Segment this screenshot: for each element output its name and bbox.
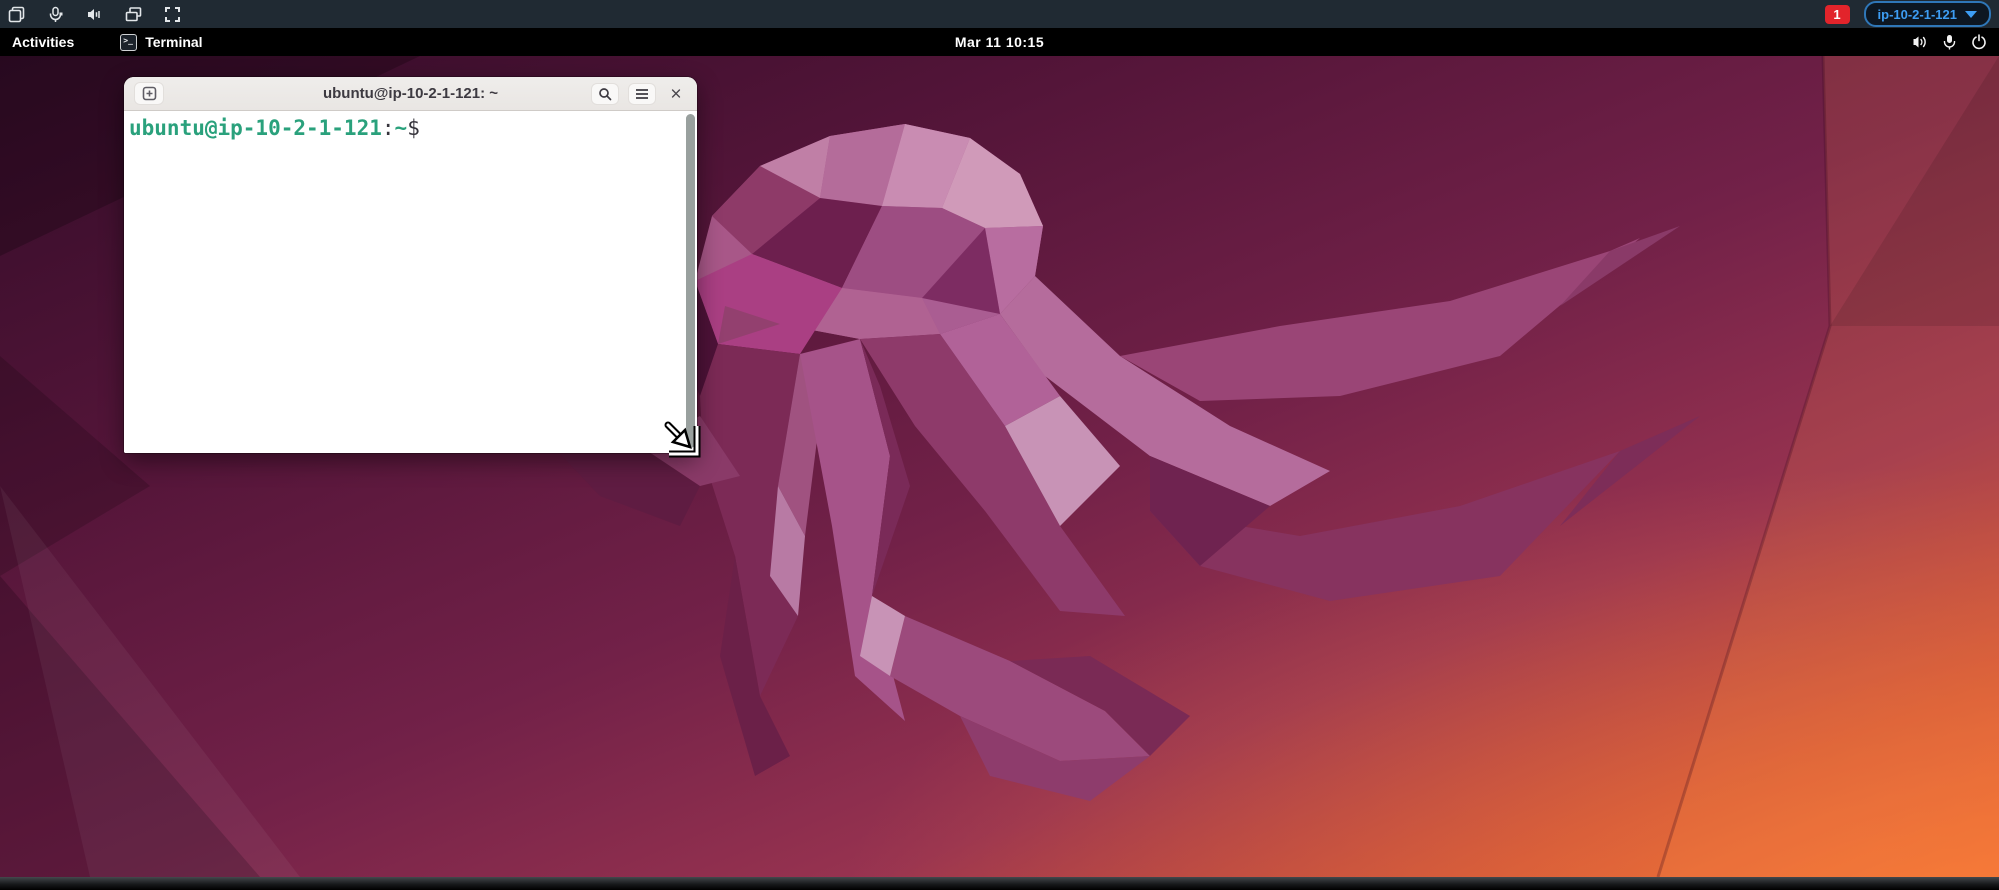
menu-button[interactable] bbox=[628, 82, 656, 105]
vnc-toolbar: 1 ip-10-2-1-121 bbox=[0, 0, 1999, 28]
notification-badge[interactable]: 1 bbox=[1824, 4, 1850, 24]
speaker-icon[interactable] bbox=[86, 6, 103, 23]
search-button[interactable] bbox=[591, 82, 619, 105]
vnc-toolbar-icons bbox=[8, 6, 181, 23]
vnc-toolbar-right: 1 ip-10-2-1-121 bbox=[1824, 1, 1991, 27]
prompt-symbol: $ bbox=[407, 116, 420, 140]
desktop-screen: 1 ip-10-2-1-121 Activities >_ Terminal M… bbox=[0, 0, 1999, 890]
microphone-icon[interactable] bbox=[47, 6, 64, 23]
resize-cursor bbox=[661, 418, 705, 460]
gnome-top-bar: Activities >_ Terminal Mar 11 10:15 bbox=[0, 28, 1999, 56]
new-tab-button[interactable] bbox=[134, 82, 164, 105]
power-icon bbox=[1971, 34, 1987, 50]
prompt-user-host: ubuntu@ip-10-2-1-121 bbox=[129, 116, 382, 140]
prompt-path: ~ bbox=[394, 116, 408, 140]
host-menu-button[interactable]: ip-10-2-1-121 bbox=[1863, 1, 1991, 27]
fullscreen-icon[interactable] bbox=[164, 6, 181, 23]
prompt-colon: : bbox=[381, 116, 395, 140]
dropdown-caret-icon bbox=[1965, 10, 1977, 18]
terminal-window: ubuntu@ip-10-2-1-121: ~ ubuntu@ip-10-2-1… bbox=[124, 77, 697, 453]
close-button[interactable] bbox=[665, 83, 687, 105]
terminal-scrollbar[interactable] bbox=[686, 114, 695, 448]
system-status-area[interactable] bbox=[1911, 34, 1987, 50]
window-title: ubuntu@ip-10-2-1-121: ~ bbox=[322, 85, 499, 102]
activities-button[interactable]: Activities bbox=[12, 34, 74, 50]
clipboard-copy-icon[interactable] bbox=[8, 6, 25, 23]
volume-icon bbox=[1911, 34, 1928, 50]
terminal-titlebar[interactable]: ubuntu@ip-10-2-1-121: ~ bbox=[124, 77, 697, 111]
terminal-icon: >_ bbox=[120, 33, 138, 51]
app-indicator-terminal[interactable]: >_ Terminal bbox=[120, 33, 203, 51]
host-label: ip-10-2-1-121 bbox=[1877, 6, 1957, 22]
windows-icon[interactable] bbox=[125, 6, 142, 23]
microphone-status-icon bbox=[1943, 34, 1956, 50]
titlebar-actions bbox=[591, 82, 687, 105]
terminal-content[interactable]: ubuntu@ip-10-2-1-121:~$ bbox=[124, 111, 697, 453]
app-indicator-label: Terminal bbox=[145, 34, 203, 50]
bottom-edge-strip bbox=[0, 877, 1999, 890]
clock[interactable]: Mar 11 10:15 bbox=[955, 34, 1044, 50]
